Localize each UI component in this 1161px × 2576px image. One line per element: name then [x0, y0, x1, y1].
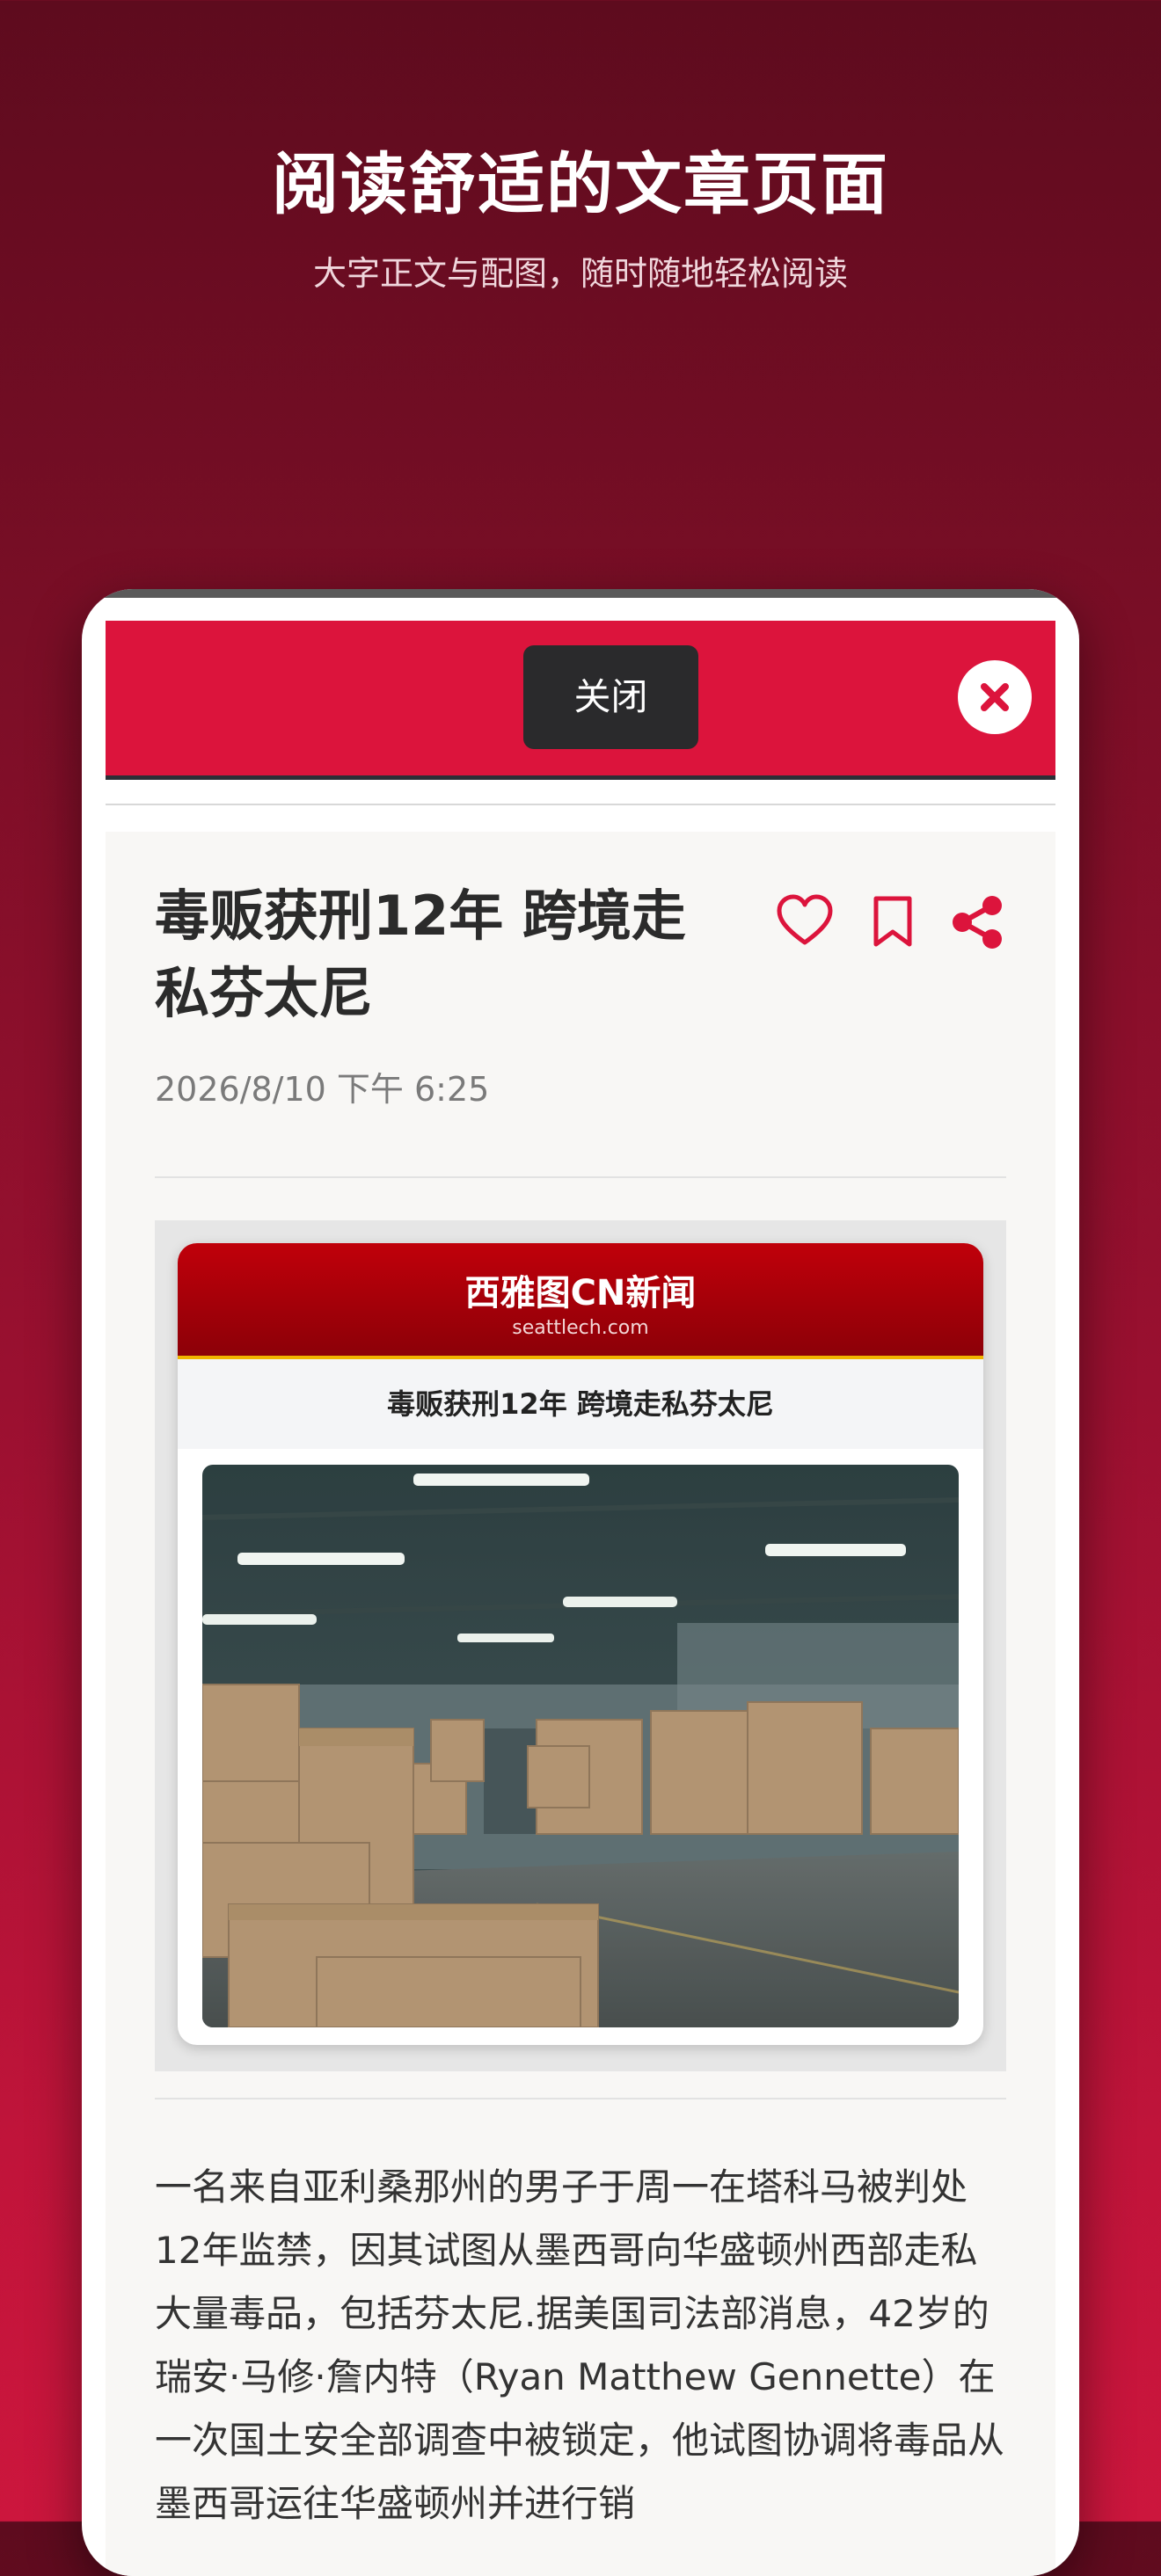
- news-brand: 西雅图CN新闻: [464, 1273, 697, 1313]
- heart-icon[interactable]: [774, 891, 836, 953]
- article-date: 2026/8/10 下午 6:25: [155, 1070, 490, 1109]
- bookmark-icon[interactable]: [862, 891, 924, 953]
- promo-subtitle: 大字正文与配图，随时随地轻松阅读: [312, 254, 848, 293]
- close-icon[interactable]: [958, 660, 1032, 734]
- close-button[interactable]: 关闭: [523, 645, 698, 749]
- share-icon[interactable]: [946, 891, 1008, 953]
- header-divider: [106, 804, 1055, 805]
- device-top-edge: [82, 589, 1079, 598]
- article-body: 一名来自亚利桑那州的男子于周一在塔科马被判处12年监禁，因其试图从墨西哥向华盛顿…: [155, 2165, 1005, 2525]
- article-title: 毒贩获刑12年 跨境走私芬太尼: [155, 884, 686, 1025]
- article-header-bar: 关闭: [106, 621, 1055, 780]
- phone-frame: 关闭 毒贩获刑12年 跨境走私芬太尼 2026/8/10 下午 6:25 西雅图…: [82, 589, 1079, 2576]
- figure-divider: [155, 2098, 1006, 2099]
- article-figure: 西雅图CN新闻 seattlech.com 毒贩获刑12年 跨境走私芬太尼: [155, 1220, 1006, 2071]
- article-card: 毒贩获刑12年 跨境走私芬太尼 2026/8/10 下午 6:25 西雅图CN新…: [106, 832, 1055, 2576]
- news-graphic-headline: 毒贩获刑12年 跨境走私芬太尼: [178, 1359, 983, 1449]
- warehouse-photo: [202, 1465, 959, 2027]
- news-domain: seattlech.com: [512, 1317, 649, 1339]
- news-graphic: 西雅图CN新闻 seattlech.com 毒贩获刑12年 跨境走私芬太尼: [178, 1243, 983, 2045]
- promo-title: 阅读舒适的文章页面: [272, 145, 889, 223]
- meta-divider: [155, 1176, 1006, 1178]
- news-graphic-header: 西雅图CN新闻 seattlech.com: [178, 1243, 983, 1359]
